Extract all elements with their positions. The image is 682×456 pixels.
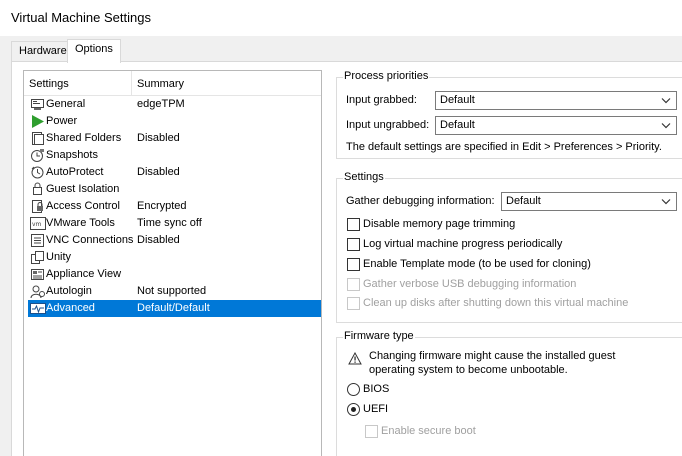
general-icon [30, 97, 46, 112]
firmware-type-group: Firmware type Changing firmware might ca… [336, 330, 682, 456]
process-priorities-group: Process priorities Input grabbed: Defaul… [336, 70, 682, 159]
disable-memory-trimming-label[interactable]: Disable memory page trimming [363, 218, 515, 230]
vmware-tools-icon: vm [30, 216, 46, 231]
list-item-name: Unity [46, 251, 72, 263]
firmware-type-label: Firmware type [343, 330, 415, 342]
verbose-usb-debug-label: Gather verbose USB debugging information [363, 278, 577, 290]
shared-folders-icon [30, 131, 46, 146]
autoprotect-icon [30, 165, 46, 180]
uefi-label[interactable]: UEFI [363, 403, 388, 415]
input-ungrabbed-select[interactable]: Default [435, 116, 677, 135]
secure-boot-checkbox [365, 425, 378, 438]
title-bar: Virtual Machine Settings [0, 0, 682, 36]
list-item-name: Autologin [46, 285, 92, 297]
firmware-warning-line-1: Changing firmware might cause the instal… [369, 350, 616, 362]
list-item-vnc-connections[interactable]: VNC Connections Disabled [28, 232, 321, 249]
process-priorities-label: Process priorities [343, 70, 430, 82]
template-mode-checkbox[interactable] [347, 258, 360, 271]
list-item-vmware-tools[interactable]: vm VMware Tools Time sync off [28, 215, 321, 232]
advanced-icon [30, 301, 46, 316]
list-item-name: General [46, 98, 86, 110]
power-icon [30, 114, 46, 129]
debug-info-select[interactable]: Default [501, 192, 677, 211]
list-item-access-control[interactable]: Access Control Encrypted [28, 198, 321, 215]
log-progress-label[interactable]: Log virtual machine progress periodicall… [363, 238, 562, 250]
list-item-name: Guest Isolation [46, 183, 120, 195]
list-item-appliance-view[interactable]: Appliance View [28, 266, 321, 283]
list-item-general[interactable]: General edgeTPM [28, 96, 321, 113]
tab-options[interactable]: Options [67, 39, 121, 63]
debug-info-value: Default [506, 195, 541, 207]
column-header-settings[interactable]: Settings [29, 78, 69, 90]
list-item-name: Appliance View [46, 268, 122, 280]
list-item-summary: Not supported [137, 285, 207, 297]
settings-list[interactable]: Settings Summary General edgeTPM Power S… [23, 70, 322, 456]
warning-icon [348, 351, 362, 365]
template-mode-label[interactable]: Enable Template mode (to be used for clo… [363, 258, 591, 270]
list-item-name: Access Control [46, 200, 120, 212]
disable-memory-trimming-checkbox[interactable] [347, 218, 360, 231]
bios-label[interactable]: BIOS [363, 383, 389, 395]
cleanup-disks-checkbox [347, 297, 360, 310]
chevron-down-icon [660, 92, 672, 109]
input-grabbed-select[interactable]: Default [435, 91, 677, 110]
window-title: Virtual Machine Settings [11, 10, 151, 25]
list-item-summary: edgeTPM [137, 98, 185, 110]
appliance-view-icon [30, 267, 46, 282]
list-item-power[interactable]: Power [28, 113, 321, 130]
list-item-summary: Disabled [137, 234, 180, 246]
uefi-radio[interactable] [347, 403, 360, 416]
verbose-usb-debug-checkbox [347, 278, 360, 291]
list-item-name: VNC Connections [46, 234, 134, 246]
secure-boot-label: Enable secure boot [381, 425, 476, 437]
guest-isolation-icon [30, 182, 46, 197]
cleanup-disks-label: Clean up disks after shutting down this … [363, 297, 629, 309]
chevron-down-icon [660, 193, 672, 210]
list-item-summary: Encrypted [137, 200, 187, 212]
radio-selected-dot [351, 407, 356, 412]
list-item-name: Power [46, 115, 78, 127]
snapshots-icon [30, 148, 46, 163]
priority-note: The default settings are specified in Ed… [346, 141, 662, 153]
input-ungrabbed-value: Default [440, 119, 475, 131]
input-grabbed-value: Default [440, 94, 475, 106]
vnc-connections-icon [30, 233, 46, 248]
access-control-icon [30, 199, 46, 214]
column-header-summary[interactable]: Summary [137, 78, 184, 90]
list-header: Settings Summary [24, 71, 321, 96]
column-separator[interactable] [131, 71, 132, 96]
log-progress-checkbox[interactable] [347, 238, 360, 251]
firmware-warning-line-2: operating system to become unbootable. [369, 364, 568, 376]
unity-icon [30, 250, 46, 265]
settings-group-label: Settings [343, 171, 385, 183]
input-grabbed-label: Input grabbed: [346, 94, 417, 106]
list-item-advanced[interactable]: Advanced Default/Default [28, 300, 321, 317]
settings-group: Settings Gather debugging information: D… [336, 171, 682, 323]
list-item-guest-isolation[interactable]: Guest Isolation [28, 181, 321, 198]
bios-radio[interactable] [347, 383, 360, 396]
list-item-name: Advanced [46, 302, 95, 314]
debug-info-label: Gather debugging information: [346, 195, 495, 207]
input-ungrabbed-label: Input ungrabbed: [346, 119, 430, 131]
list-item-summary: Disabled [137, 132, 180, 144]
list-item-name: AutoProtect [46, 166, 104, 178]
list-item-name: Snapshots [46, 149, 98, 161]
list-item-autoprotect[interactable]: AutoProtect Disabled [28, 164, 321, 181]
autologin-icon [30, 284, 46, 299]
list-item-summary: Time sync off [137, 217, 202, 229]
list-item-name: VMware Tools [46, 217, 115, 229]
list-item-name: Shared Folders [46, 132, 122, 144]
list-item-snapshots[interactable]: Snapshots [28, 147, 321, 164]
tab-hardware[interactable]: Hardware [11, 41, 75, 62]
list-item-summary: Default/Default [137, 302, 210, 314]
chevron-down-icon [660, 117, 672, 134]
svg-text:vm: vm [32, 221, 42, 228]
tab-strip: Hardware Options [0, 36, 682, 63]
list-item-summary: Disabled [137, 166, 180, 178]
list-item-shared-folders[interactable]: Shared Folders Disabled [28, 130, 321, 147]
list-item-unity[interactable]: Unity [28, 249, 321, 266]
list-item-autologin[interactable]: Autologin Not supported [28, 283, 321, 300]
